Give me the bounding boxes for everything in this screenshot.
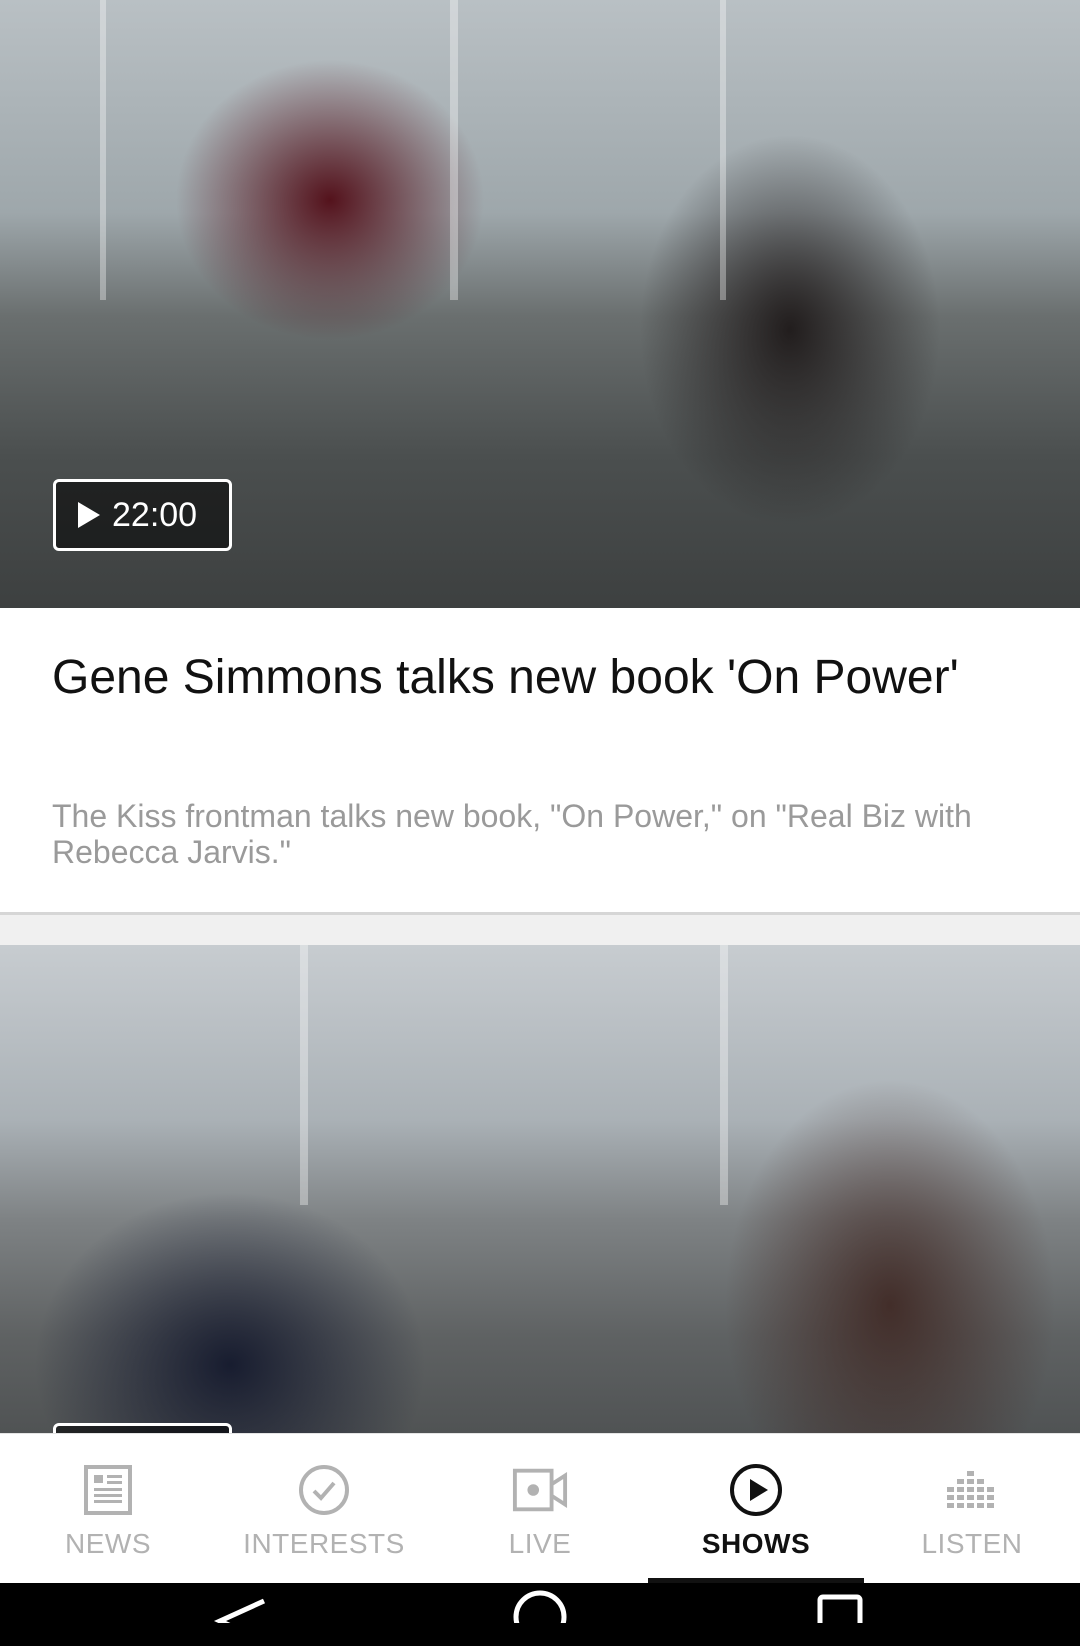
video-thumbnail-2[interactable] [0,945,1080,1433]
nav-item-listen[interactable]: LISTEN [864,1434,1080,1584]
nav-item-interests[interactable]: INTERESTS [216,1434,432,1584]
nav-label-news: NEWS [65,1528,151,1559]
video-duration-badge: 22:00 [53,479,232,551]
card-separator [0,912,1080,945]
play-circle-icon [728,1462,784,1518]
check-circle-icon [296,1462,352,1518]
nav-item-shows[interactable]: SHOWS [648,1434,864,1584]
home-icon[interactable] [500,1583,580,1646]
video-duration-badge-2 [53,1423,232,1433]
duration-text: 22:00 [112,495,198,534]
play-icon [78,502,100,528]
nav-label-live: LIVE [508,1528,572,1559]
system-navigation-bar [0,1583,1080,1646]
nav-label-listen: LISTEN [921,1528,1023,1559]
recents-icon[interactable] [800,1583,880,1646]
nav-label-shows: SHOWS [701,1528,811,1559]
video-thumbnail[interactable]: 22:00 [0,0,1080,608]
shows-feed[interactable]: 22:00 Gene Simmons talks new book 'On Po… [0,0,1080,1433]
equalizer-icon [944,1462,1000,1518]
story-description: The Kiss frontman talks new book, "On Po… [52,798,972,870]
nav-item-live[interactable]: LIVE [432,1434,648,1584]
video-camera-icon [512,1462,568,1518]
back-icon[interactable] [200,1583,280,1646]
bottom-navigation: NEWS INTERESTS LIVE SHOWS LISTEN [0,1433,1080,1584]
nav-item-news[interactable]: NEWS [0,1434,216,1584]
story-title[interactable]: Gene Simmons talks new book 'On Power' [52,652,1012,704]
story-card-text[interactable]: Gene Simmons talks new book 'On Power' T… [0,608,1080,913]
news-icon [80,1462,136,1518]
nav-label-interests: INTERESTS [243,1528,405,1559]
